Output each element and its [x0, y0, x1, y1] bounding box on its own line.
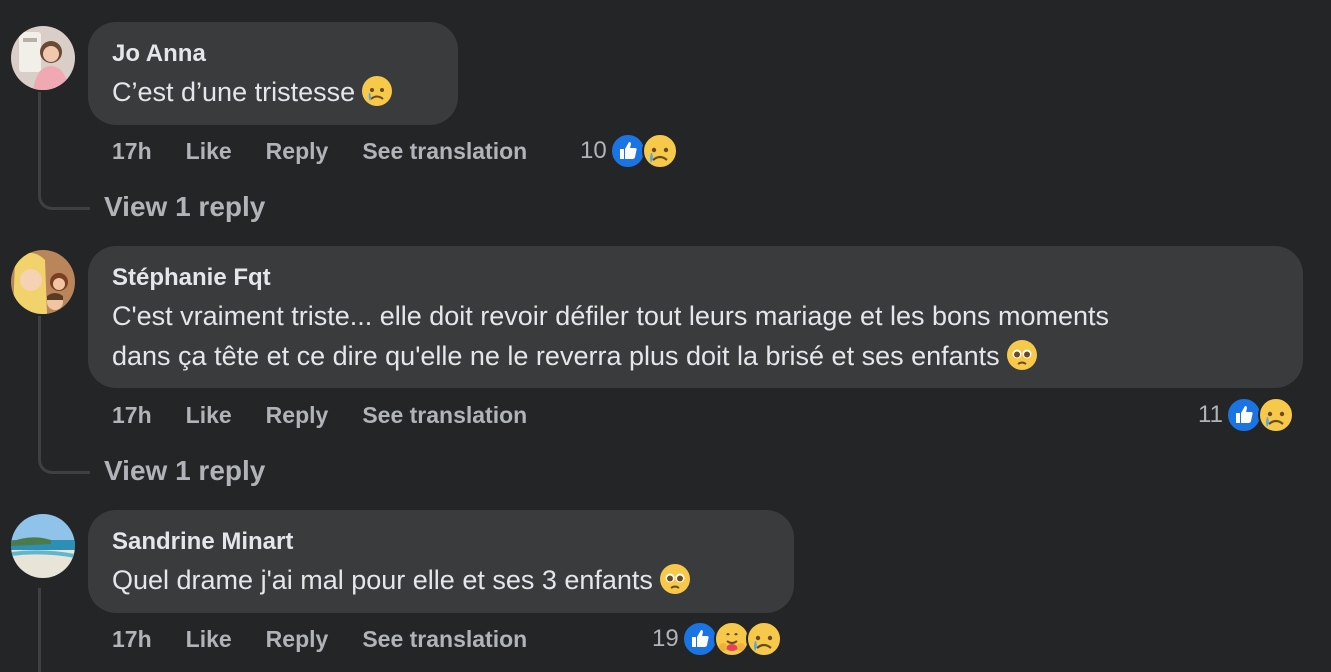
avatar[interactable] [11, 250, 75, 314]
comment-author[interactable]: Jo Anna [112, 40, 434, 68]
thread-line [38, 588, 41, 672]
reaction-summary[interactable]: 11 [1198, 395, 1295, 435]
sad-reaction-icon [1257, 397, 1294, 433]
reply-button[interactable]: Reply [266, 135, 329, 167]
reaction-summary[interactable]: 10 [580, 131, 679, 171]
comment-bubble: Jo Anna C’est d’une tristesse [88, 22, 458, 125]
reply-button[interactable]: Reply [266, 623, 329, 655]
see-translation-button[interactable]: See translation [362, 399, 527, 431]
comment-text-content: Quel drame j'ai mal pour elle et ses 3 e… [112, 565, 653, 595]
comment-author[interactable]: Sandrine Minart [112, 528, 770, 556]
reaction-summary[interactable]: 19 [652, 619, 783, 659]
like-button[interactable]: Like [186, 135, 232, 167]
comment-text-content: C’est d’une tristesse [112, 77, 356, 107]
comment-text-line: dans ça tête et ce dire qu'elle ne le re… [112, 336, 1279, 376]
avatar[interactable] [11, 26, 75, 90]
comment-time[interactable]: 17h [112, 623, 152, 655]
comment-time[interactable]: 17h [112, 399, 152, 431]
view-replies-link[interactable]: View 1 reply [104, 190, 265, 224]
reply-button[interactable]: Reply [266, 399, 329, 431]
comment-author[interactable]: Stéphanie Fqt [112, 264, 1279, 292]
reaction-count: 11 [1198, 401, 1223, 428]
comment-text-line: C'est vraiment triste... elle doit revoi… [112, 301, 1110, 331]
thread-line [38, 92, 41, 192]
thread-connector [38, 186, 90, 210]
comment-time[interactable]: 17h [112, 135, 152, 167]
comment-actions: 17h Like Reply See translation [112, 135, 561, 167]
comment-text: C’est d’une tristesse [112, 72, 434, 112]
see-translation-button[interactable]: See translation [362, 623, 527, 655]
thread-line [38, 316, 41, 456]
comment-actions: 17h Like Reply See translation [112, 623, 561, 655]
see-translation-button[interactable]: See translation [362, 135, 527, 167]
comment-text-content: dans ça tête et ce dire qu'elle ne le re… [112, 341, 1000, 371]
comment-bubble: Sandrine Minart Quel drame j'ai mal pour… [88, 510, 794, 613]
thread-connector [38, 450, 90, 474]
comment-actions: 17h Like Reply See translation [112, 399, 561, 431]
avatar[interactable] [11, 514, 75, 578]
sad-reaction-icon [641, 133, 678, 169]
like-button[interactable]: Like [186, 623, 232, 655]
pleading-face-icon [659, 564, 690, 594]
pleading-face-icon [1006, 340, 1037, 370]
comment-bubble: Stéphanie Fqt C'est vraiment triste... e… [88, 246, 1303, 388]
sad-face-icon [362, 76, 393, 106]
view-replies-link[interactable]: View 1 reply [104, 454, 265, 488]
reaction-count: 19 [652, 625, 679, 652]
reaction-count: 10 [580, 137, 607, 164]
comment-text: Quel drame j'ai mal pour elle et ses 3 e… [112, 560, 770, 600]
like-button[interactable]: Like [186, 399, 232, 431]
sad-reaction-icon [745, 621, 782, 657]
comment-text: C'est vraiment triste... elle doit revoi… [112, 296, 1279, 376]
